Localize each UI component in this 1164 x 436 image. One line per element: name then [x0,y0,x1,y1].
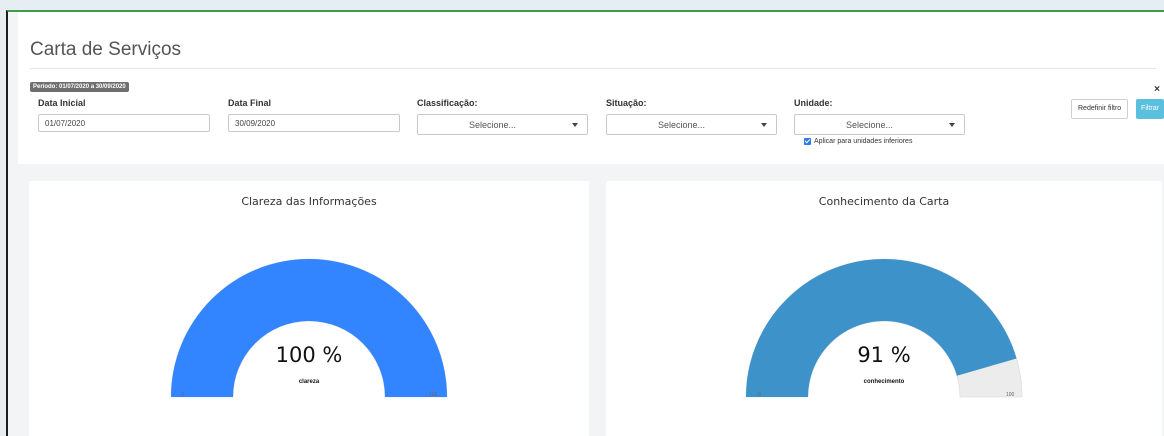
chevron-down-icon [572,123,578,127]
unidade-selected: Selecione... [845,120,894,130]
data-inicial-input[interactable] [38,114,210,132]
situacao-selected: Selecione... [657,120,706,130]
gauge-max-label: 100 [429,392,438,398]
filter-panel: Carta de Serviços Período: 01/07/2020 a … [18,12,1164,164]
chart-card-conhecimento: Conhecimento da Carta 91 % conhecimento … [606,181,1162,436]
situacao-label: Situação: [606,98,647,108]
situacao-select[interactable]: Selecione... [606,114,777,135]
close-icon[interactable]: × [1154,84,1160,95]
data-inicial-label: Data Inicial [38,98,86,108]
gauge-clareza [170,258,448,398]
app-frame: Carta de Serviços Período: 01/07/2020 a … [6,10,1164,436]
gauge-min-label: 0 [758,392,761,398]
gauge-max-label: 100 [1006,392,1015,398]
classificacao-select[interactable]: Selecione... [417,114,588,135]
gauge-series-label: clareza [298,379,320,385]
gauge-series-label: conhecimento [863,379,905,385]
gauge-value: 100 % [275,343,343,367]
period-badge: Período: 01/07/2020 a 30/09/2020 [30,82,129,92]
page-title: Carta de Serviços [30,39,182,60]
unidade-label: Unidade: [794,98,833,108]
gauge-fill [171,258,447,397]
chart-card-clareza: Clareza das Informações 100 % clareza 0 … [29,181,589,436]
gauge-min-label: 0 [181,392,184,398]
aplicar-checkbox-row[interactable]: Aplicar para unidades inferiores [804,138,912,145]
filter-button[interactable]: Filtrar [1136,99,1164,119]
reset-filter-button[interactable]: Redefinir filtro [1071,99,1129,119]
title-divider [30,68,1156,69]
chevron-down-icon [949,123,955,127]
chevron-down-icon [761,123,767,127]
data-final-input[interactable] [228,114,400,132]
classificacao-selected: Selecione... [468,120,517,130]
unidade-select[interactable]: Selecione... [794,114,965,135]
gauge-conhecimento [745,258,1023,398]
checkbox-checked-icon[interactable] [804,138,811,145]
aplicar-checkbox-label: Aplicar para unidades inferiores [814,138,913,145]
classificacao-label: Classificação: [417,98,478,108]
data-final-label: Data Final [228,98,272,108]
gauge-value: 91 % [857,343,911,367]
